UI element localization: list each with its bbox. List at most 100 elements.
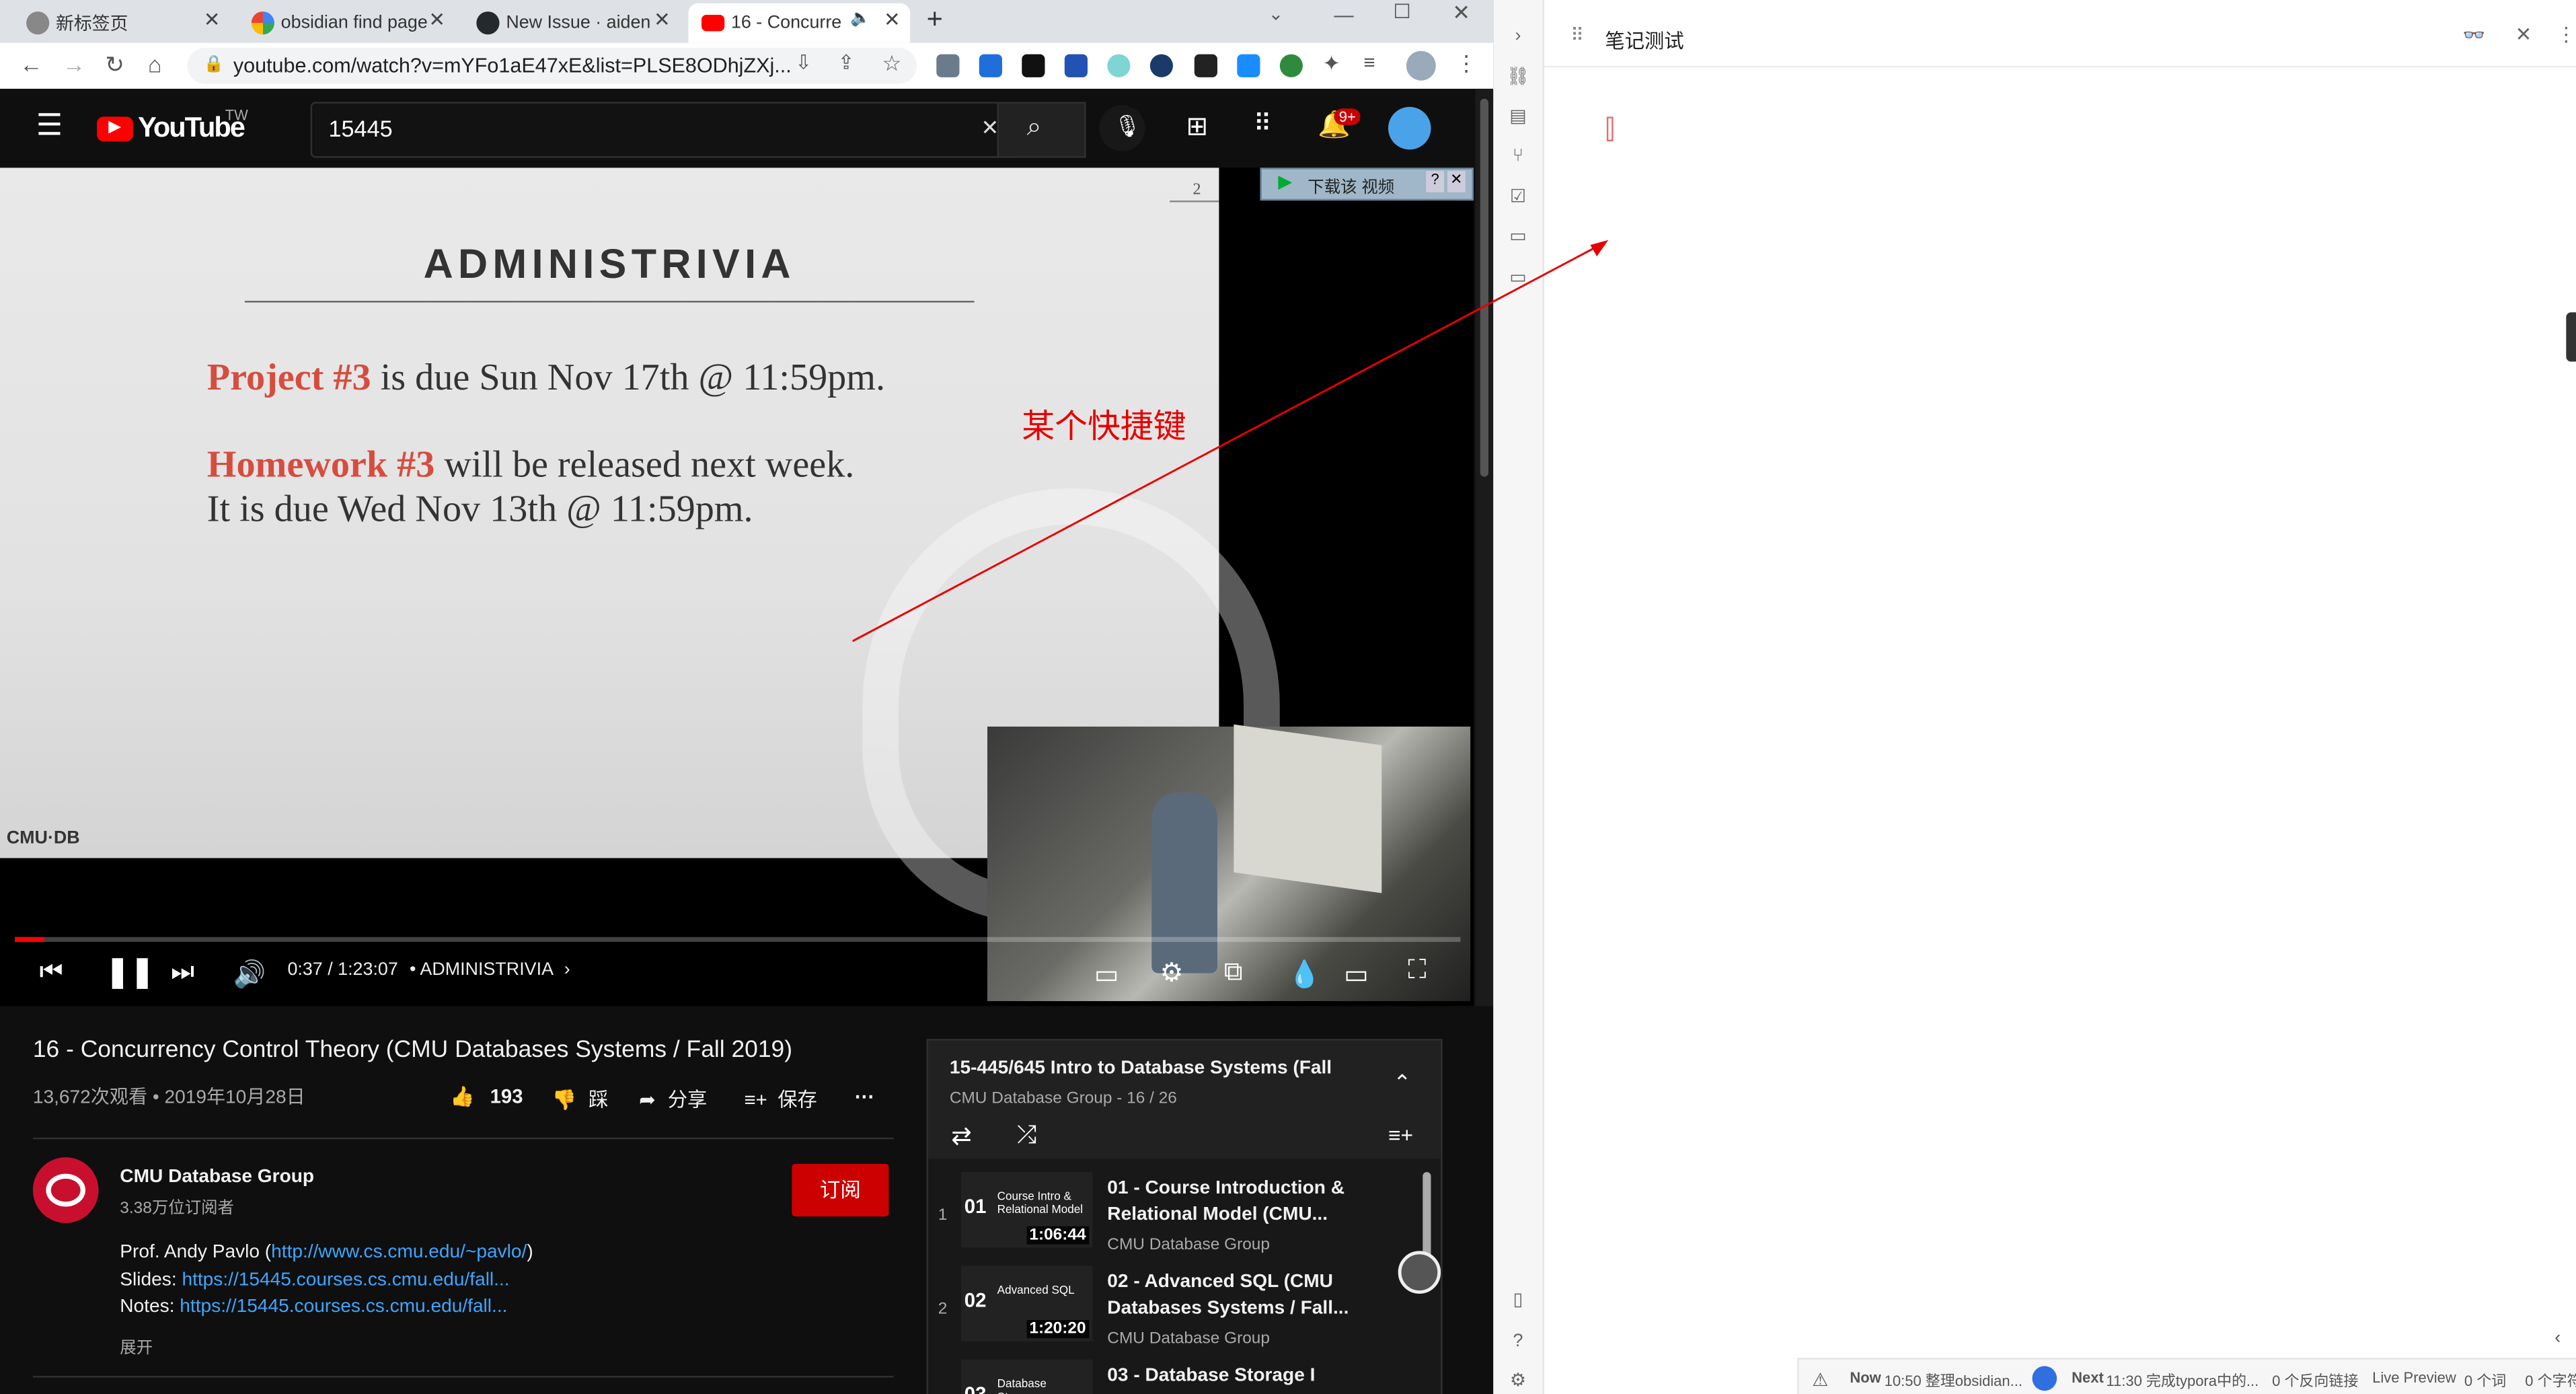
- kebab-menu-icon[interactable]: ⋮: [1455, 51, 1477, 77]
- volume-icon[interactable]: 🔊: [233, 959, 266, 992]
- share-button[interactable]: ➦ 分享: [639, 1085, 707, 1113]
- dislike-button[interactable]: 👎 踩: [552, 1085, 609, 1113]
- reading-view-icon[interactable]: 👓: [2462, 25, 2485, 46]
- puzzle-icon[interactable]: ✦: [1322, 51, 1340, 77]
- close-icon[interactable]: ✕: [1447, 171, 1466, 192]
- previous-icon[interactable]: ⏮: [40, 959, 63, 988]
- miniplayer-icon[interactable]: ⧉: [1224, 959, 1243, 988]
- video-thumbnail[interactable]: 02 Advanced SQL 1:20:20: [960, 1265, 1093, 1342]
- new-tab-icon[interactable]: +: [927, 3, 943, 36]
- tab-obsidian-search[interactable]: obsidian find page ✕: [238, 3, 455, 43]
- help-icon[interactable]: ?: [1426, 171, 1445, 192]
- clear-search-icon[interactable]: ✕: [981, 104, 999, 153]
- close-icon[interactable]: ✕: [428, 8, 445, 31]
- home-icon[interactable]: ⌂: [148, 51, 162, 77]
- bookmark-star-icon[interactable]: ☆: [882, 51, 901, 77]
- terminal-icon[interactable]: ▭: [1507, 225, 1529, 248]
- terminal-icon[interactable]: ▭: [1507, 266, 1529, 289]
- file-search-icon[interactable]: ▤: [1507, 105, 1529, 128]
- share-icon[interactable]: ⇪: [838, 51, 855, 74]
- install-icon[interactable]: ⇩: [795, 51, 812, 74]
- pause-icon[interactable]: ❚❚: [105, 955, 155, 990]
- settings-gear-icon[interactable]: ⚙: [1507, 1369, 1529, 1392]
- extension-icon[interactable]: [936, 54, 960, 77]
- tab-new-tab[interactable]: 新标签页 ✕: [13, 3, 230, 43]
- loop-icon[interactable]: ⇄: [951, 1121, 972, 1151]
- extension-icon[interactable]: [1279, 54, 1303, 77]
- chevron-down-icon[interactable]: ⌄: [1268, 3, 1284, 25]
- edge-handle[interactable]: [2566, 312, 2576, 362]
- show-more-link[interactable]: 展开: [120, 1333, 153, 1358]
- backlinks-count[interactable]: 0 个反向链接: [2272, 1369, 2358, 1391]
- help-icon[interactable]: ?: [1507, 1330, 1529, 1353]
- warning-icon[interactable]: ⚠: [1812, 1369, 1828, 1391]
- tab-new-issue[interactable]: New Issue · aiden ✕: [463, 3, 680, 43]
- hamburger-menu-icon[interactable]: ☰: [36, 108, 63, 143]
- floating-comment-icon[interactable]: [1398, 1251, 1441, 1294]
- extension-icon[interactable]: [1149, 54, 1174, 77]
- unlink-icon[interactable]: ⛓: [1507, 66, 1529, 89]
- theater-mode-icon[interactable]: ▭: [1344, 959, 1369, 992]
- close-icon[interactable]: ✕: [204, 8, 221, 31]
- close-window-icon[interactable]: ✕: [1452, 0, 1470, 26]
- maximize-icon[interactable]: ☐: [1393, 0, 1410, 23]
- channel-avatar[interactable]: [32, 1157, 99, 1223]
- description-link[interactable]: http://www.cs.cmu.edu/~pavlo/: [271, 1243, 527, 1262]
- reload-icon[interactable]: ↻: [105, 51, 124, 79]
- video-thumbnail[interactable]: 03 Database Storage: [960, 1359, 1093, 1394]
- calendar-check-icon[interactable]: ☑: [1507, 186, 1529, 209]
- git-branch-icon[interactable]: ⑂: [1507, 145, 1529, 168]
- extension-icon[interactable]: [979, 54, 1002, 77]
- profile-avatar[interactable]: [1406, 50, 1436, 81]
- minimize-icon[interactable]: —: [1334, 3, 1353, 26]
- extension-icon[interactable]: [1022, 54, 1045, 77]
- search-button[interactable]: ⌕: [997, 102, 1086, 158]
- now-task[interactable]: 10:50 整理obsidian...: [1885, 1369, 2022, 1391]
- tab-youtube[interactable]: 16 - Concurre 🔈 ✕: [688, 3, 911, 43]
- extension-icon[interactable]: [1237, 54, 1260, 77]
- settings-gear-icon[interactable]: ⚙: [1160, 957, 1183, 990]
- video-thumbnail[interactable]: 01 Course Intro & Relational Model 1:06:…: [960, 1172, 1093, 1248]
- video-player[interactable]: 2 ADMINISTRIVIA Project #3 is due Sun No…: [0, 168, 1474, 1006]
- chevron-right-icon[interactable]: ›: [564, 960, 570, 980]
- book-icon[interactable]: ▯: [1507, 1289, 1529, 1312]
- more-actions-icon[interactable]: ⋯: [854, 1085, 874, 1108]
- editor-mode[interactable]: Live Preview: [2372, 1369, 2456, 1385]
- extension-icon[interactable]: [1064, 54, 1088, 77]
- subtitles-icon[interactable]: ▭: [1094, 959, 1119, 992]
- back-icon[interactable]: ←: [20, 51, 42, 77]
- forward-icon[interactable]: →: [63, 51, 85, 77]
- like-button[interactable]: 👍 193: [450, 1085, 523, 1108]
- close-icon[interactable]: ✕: [884, 8, 901, 31]
- text-cursor[interactable]: [1606, 116, 1614, 142]
- chevron-right-icon[interactable]: ›: [1507, 25, 1529, 48]
- subscribe-button[interactable]: 订阅: [792, 1163, 889, 1217]
- extension-icon[interactable]: [1194, 54, 1217, 77]
- channel-name[interactable]: CMU Database Group: [120, 1167, 314, 1187]
- next-icon[interactable]: ⏭: [171, 959, 194, 988]
- scrollbar-thumb[interactable]: [1480, 98, 1488, 477]
- description-link[interactable]: https://15445.courses.cs.cmu.edu/fall...: [180, 1297, 507, 1317]
- chapter-label[interactable]: • ADMINISTRIVIA: [410, 960, 552, 980]
- youtube-logo-icon[interactable]: ▶: [97, 116, 133, 142]
- search-input[interactable]: 15445 ✕: [310, 102, 1017, 158]
- ambient-icon[interactable]: 💧: [1288, 959, 1321, 992]
- playlist-item[interactable]: 3 03 Database Storage 03 - Database Stor…: [928, 1354, 1441, 1394]
- shuffle-icon[interactable]: ⤮: [1017, 1121, 1036, 1149]
- playlist-add-icon[interactable]: ≡+: [1388, 1123, 1413, 1148]
- playlist-title[interactable]: 15-445/645 Intro to Database Systems (Fa…: [950, 1059, 1332, 1078]
- save-button[interactable]: ≡+ 保存: [744, 1085, 817, 1113]
- more-options-icon[interactable]: ⋮: [2556, 23, 2576, 46]
- apps-grid-icon[interactable]: ⠿: [1254, 108, 1272, 139]
- speaker-icon[interactable]: 🔈: [850, 10, 870, 28]
- note-title[interactable]: 笔记测试: [1605, 26, 1683, 54]
- reading-list-icon[interactable]: ≡: [1363, 51, 1375, 74]
- next-task[interactable]: 11:30 完成typora中的...: [2106, 1369, 2259, 1391]
- close-icon[interactable]: ✕: [654, 8, 671, 31]
- chevron-left-icon[interactable]: ‹: [2554, 1328, 2561, 1348]
- create-video-icon[interactable]: ⊞: [1186, 110, 1209, 143]
- playlist-item[interactable]: 1 01 Course Intro & Relational Model 1:0…: [928, 1167, 1441, 1259]
- account-avatar[interactable]: [1388, 106, 1431, 150]
- collapse-icon[interactable]: ⌃: [1393, 1070, 1411, 1097]
- progress-bar[interactable]: [14, 937, 1461, 943]
